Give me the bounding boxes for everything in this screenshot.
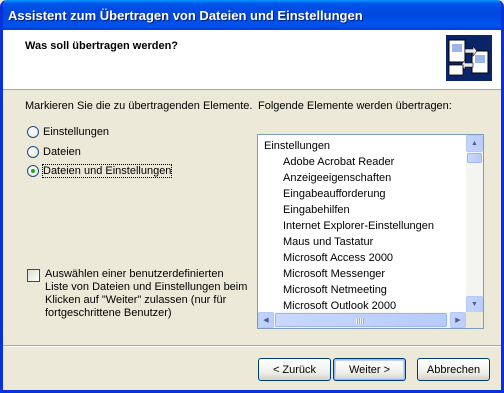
custom-list-checkbox-label: Auswählen einer benutzerdefinierten List…: [45, 268, 248, 319]
back-button[interactable]: < Zurück: [258, 358, 331, 381]
radio-settings[interactable]: Einstellungen: [27, 124, 109, 140]
scroll-grip-icon: [356, 318, 364, 324]
radio-files-and-settings-label: Dateien und Einstellungen: [41, 164, 173, 178]
radio-circle[interactable]: [27, 146, 39, 158]
wizard-window: Assistent zum Übertragen von Dateien und…: [0, 0, 504, 393]
list-item[interactable]: Eingabehilfen: [283, 202, 350, 218]
chevron-right-icon: ▶: [455, 317, 461, 324]
title-bar[interactable]: Assistent zum Übertragen von Dateien und…: [3, 0, 501, 30]
wizard-header: Was soll übertragen werden?: [3, 30, 501, 90]
cancel-button-label: Abbrechen: [426, 363, 481, 376]
list-group-header[interactable]: Einstellungen: [264, 138, 330, 154]
scroll-up-button[interactable]: ▲: [466, 135, 483, 152]
cancel-button[interactable]: Abbrechen: [417, 358, 490, 381]
scroll-right-button[interactable]: ▶: [450, 312, 466, 328]
radio-files[interactable]: Dateien: [27, 144, 81, 160]
horizontal-scroll-thumb[interactable]: [275, 313, 447, 327]
chevron-up-icon: ▲: [471, 140, 478, 147]
list-item[interactable]: Anzeigeeigenschaften: [283, 170, 391, 186]
next-button[interactable]: Weiter >: [333, 358, 406, 381]
custom-list-checkbox[interactable]: Auswählen einer benutzerdefinierten List…: [27, 268, 249, 320]
list-item[interactable]: Eingabeaufforderung: [283, 186, 386, 202]
radio-settings-label: Einstellungen: [43, 126, 110, 138]
checkbox-box[interactable]: [27, 269, 40, 282]
scroll-left-button[interactable]: ◀: [258, 312, 274, 328]
next-button-label: Weiter >: [348, 363, 391, 376]
list-item[interactable]: Maus und Tastatur: [283, 234, 373, 250]
list-item[interactable]: Microsoft Messenger: [283, 266, 385, 282]
list-item[interactable]: Adobe Acrobat Reader: [283, 154, 394, 170]
list-item[interactable]: Microsoft Outlook 2000: [283, 298, 396, 313]
transfer-wizard-icon: [446, 35, 492, 81]
radio-dot-icon: [31, 169, 35, 173]
vertical-scroll-thumb[interactable]: [467, 153, 482, 163]
select-elements-label: Markieren Sie die zu übertragenden Eleme…: [25, 100, 253, 112]
scroll-down-button[interactable]: ▼: [466, 296, 483, 313]
radio-circle[interactable]: [27, 126, 39, 138]
list-item[interactable]: Microsoft Access 2000: [283, 250, 393, 266]
window-title: Assistent zum Übertragen von Dateien und…: [8, 8, 363, 23]
footer-divider: [3, 345, 501, 347]
vertical-scrollbar[interactable]: ▲ ▼: [466, 135, 483, 313]
radio-circle-selected[interactable]: [27, 165, 39, 177]
horizontal-scrollbar[interactable]: ◀ ▶: [258, 312, 466, 328]
list-items: Einstellungen Adobe Acrobat Reader Anzei…: [258, 135, 466, 313]
chevron-left-icon: ◀: [263, 317, 269, 324]
page-heading: Was soll übertragen werden?: [25, 40, 179, 52]
back-button-label: < Zurück: [272, 363, 317, 376]
chevron-down-icon: ▼: [471, 301, 478, 308]
list-item[interactable]: Microsoft Netmeeting: [283, 282, 387, 298]
radio-files-label: Dateien: [43, 146, 81, 158]
radio-files-and-settings[interactable]: Dateien und Einstellungen: [27, 163, 173, 179]
scrollbar-corner: [466, 312, 483, 328]
list-item[interactable]: Internet Explorer-Einstellungen: [283, 218, 434, 234]
transfer-items-list[interactable]: Einstellungen Adobe Acrobat Reader Anzei…: [257, 134, 484, 329]
transfer-items-label: Folgende Elemente werden übertragen:: [258, 100, 452, 112]
